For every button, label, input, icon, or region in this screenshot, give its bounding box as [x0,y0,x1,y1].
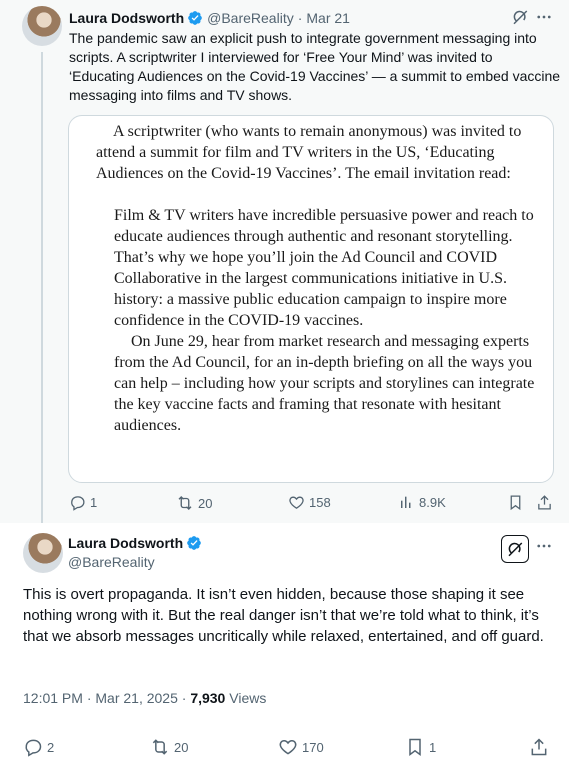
author-name[interactable]: Laura Dodsworth [69,10,184,26]
bookmark-count: 1 [429,739,437,755]
share-button[interactable] [536,494,553,511]
reply-icon [71,496,85,511]
views-count: 8.9K [419,494,446,510]
tweet-text: This is overt propaganda. It isn’t even … [23,586,544,645]
tweet-metadata: 12:01 PM · Mar 21, 2025 · 7,930 Views [23,690,266,706]
reply-button[interactable]: 2 [23,737,54,757]
reply-icon [25,739,42,757]
thread-connector-line [41,52,43,523]
views-button[interactable]: 8.9K [399,494,446,510]
thread-tweet[interactable]: Laura Dodsworth @BareReality · Mar 21 Th… [0,0,569,523]
book-excerpt-image[interactable]: A scriptwriter (who wants to remain anon… [68,115,554,483]
like-button[interactable]: 170 [278,737,324,757]
bookmark-button[interactable] [507,494,524,511]
author-avatar[interactable] [23,533,63,573]
author-handle[interactable]: @BareReality [207,10,294,26]
verified-badge-icon [187,10,203,26]
grok-icon[interactable] [511,8,529,26]
share-icon [538,495,551,510]
tweet-text: The pandemic saw an explicit push to int… [69,30,561,103]
author-handle[interactable]: @BareReality [68,554,155,570]
excerpt-quote-block: Film & TV writers have incredible persua… [96,205,536,436]
tweet-actions: 2 20 170 1 [23,737,553,757]
repost-button[interactable]: 20 [176,494,212,512]
bookmark-icon [409,738,421,756]
reply-count: 2 [47,739,55,755]
excerpt-quote-para1: Film & TV writers have incredible persua… [114,207,534,329]
like-button[interactable]: 158 [288,494,331,511]
like-count: 170 [302,739,324,755]
author-avatar[interactable] [22,6,62,46]
more-icon[interactable] [535,537,553,555]
author-name[interactable]: Laura Dodsworth [68,535,183,551]
excerpt-quote-para2: On June 29, hear from market research an… [114,333,535,434]
views-count: 7,930 [190,690,226,706]
share-button[interactable] [529,737,549,757]
bookmark-button[interactable]: 1 [405,737,436,757]
separator-dot: · [297,10,303,26]
grok-icon[interactable] [501,535,529,563]
excerpt-intro: A scriptwriter (who wants to remain anon… [96,123,522,182]
bookmark-icon [510,495,521,511]
author-name-row: Laura Dodsworth [68,535,206,551]
tweet-timestamp[interactable]: 12:01 PM · Mar 21, 2025 · [23,690,190,706]
tweet-header: Laura Dodsworth @BareReality · Mar 21 [69,8,350,28]
repost-icon [178,496,192,510]
tweet-date[interactable]: Mar 21 [306,10,350,26]
views-label: Views [225,690,267,706]
verified-badge-icon [186,535,202,551]
tweet-actions: 1 20 158 8.9K [69,494,561,514]
like-icon [279,739,297,755]
like-count: 158 [309,495,331,510]
share-icon [531,738,547,756]
repost-count: 20 [198,495,213,511]
reply-button[interactable]: 1 [69,494,97,511]
repost-count: 20 [174,739,189,755]
views-icon [401,496,411,508]
repost-icon [152,739,168,755]
more-icon[interactable] [535,8,553,26]
repost-button[interactable]: 20 [150,737,188,757]
reply-count: 1 [90,495,98,510]
like-icon [289,496,304,509]
excerpt-page: A scriptwriter (who wants to remain anon… [96,121,536,436]
